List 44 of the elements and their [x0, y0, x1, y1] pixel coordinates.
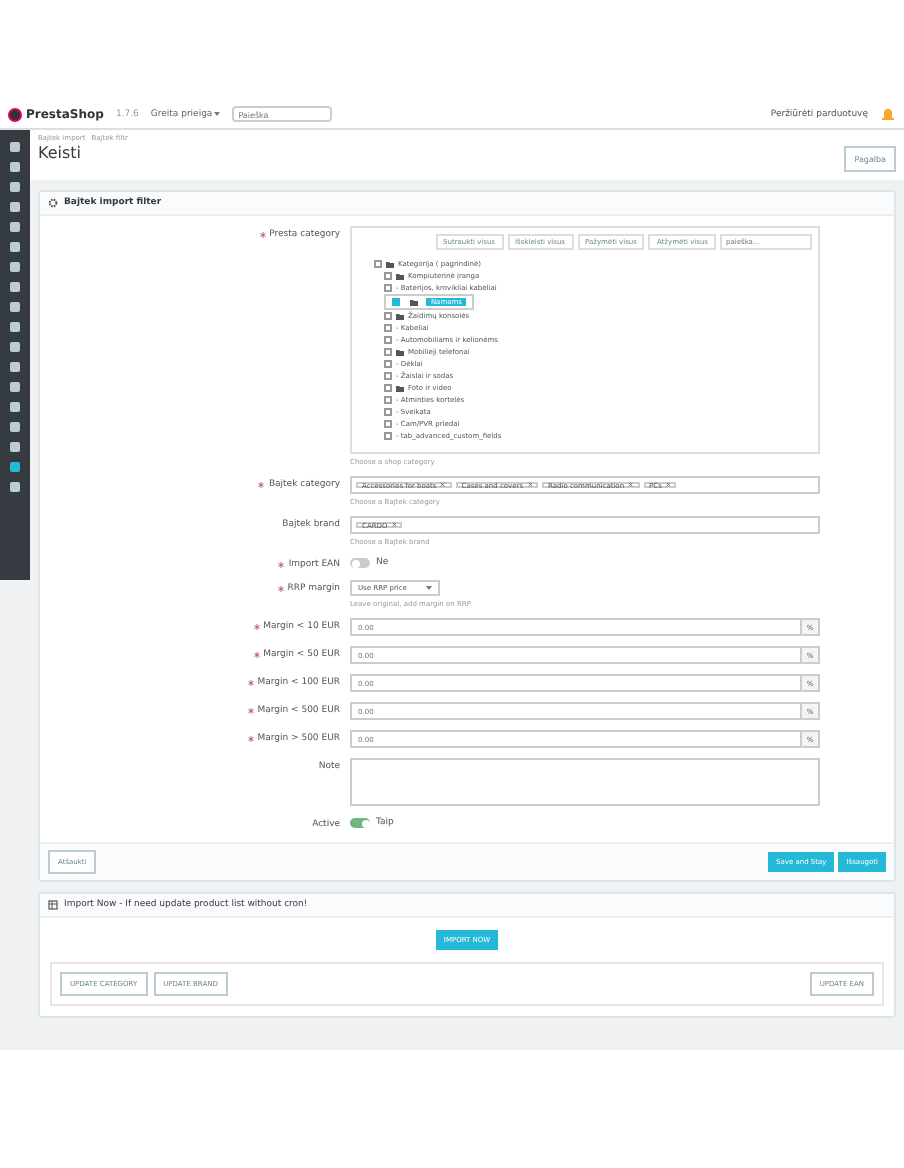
- tree-checkbox[interactable]: [384, 384, 392, 392]
- sidebar-icon[interactable]: [10, 342, 20, 352]
- tree-checkbox[interactable]: [384, 324, 392, 332]
- sidebar-icon[interactable]: [10, 242, 20, 252]
- sidebar-icon[interactable]: [10, 162, 20, 172]
- sidebar-icon[interactable]: [10, 482, 20, 492]
- tree-checkbox[interactable]: [384, 360, 392, 368]
- tree-checkbox[interactable]: [384, 348, 392, 356]
- toggle-switch[interactable]: [350, 558, 370, 568]
- bell-icon[interactable]: [880, 106, 896, 122]
- sidebar-icon[interactable]: [10, 382, 20, 392]
- sidebar-icon[interactable]: [10, 322, 20, 332]
- toggle-switch[interactable]: [350, 818, 370, 828]
- gear-icon: [48, 198, 58, 208]
- tree-checkbox[interactable]: [384, 408, 392, 416]
- table-icon: [48, 900, 58, 910]
- tree-checkbox[interactable]: [392, 298, 400, 306]
- sidebar-icon[interactable]: [10, 282, 20, 292]
- caret-icon: [214, 112, 221, 116]
- close-icon[interactable]: [440, 482, 446, 488]
- sidebar-icon[interactable]: [10, 302, 20, 312]
- tree-checkbox[interactable]: [384, 312, 392, 320]
- sidebar-icon[interactable]: [10, 142, 20, 152]
- sidebar-icon[interactable]: [10, 202, 20, 212]
- tree-checkbox[interactable]: [384, 396, 392, 404]
- sidebar-icon[interactable]: [10, 222, 20, 232]
- page-title: Keisti: [38, 144, 84, 162]
- tree-checkbox[interactable]: [384, 420, 392, 428]
- close-icon[interactable]: [628, 482, 634, 488]
- sidebar-icon[interactable]: [10, 462, 20, 472]
- tree-checkbox[interactable]: [384, 432, 392, 440]
- sidebar-icon[interactable]: [10, 182, 20, 192]
- sidebar-icon[interactable]: [10, 422, 20, 432]
- tree-checkbox[interactable]: [384, 284, 392, 292]
- sidebar-icon[interactable]: [10, 262, 20, 272]
- tree-checkbox[interactable]: [384, 372, 392, 380]
- tree-checkbox[interactable]: [384, 272, 392, 280]
- tree-checkbox[interactable]: [374, 260, 382, 268]
- caret-icon: [426, 586, 432, 590]
- sidebar-icon[interactable]: [10, 402, 20, 412]
- sidebar-icon[interactable]: [10, 362, 20, 372]
- logo-icon: [8, 107, 22, 121]
- tree-checkbox[interactable]: [384, 336, 392, 344]
- sidebar-icon[interactable]: [10, 442, 20, 452]
